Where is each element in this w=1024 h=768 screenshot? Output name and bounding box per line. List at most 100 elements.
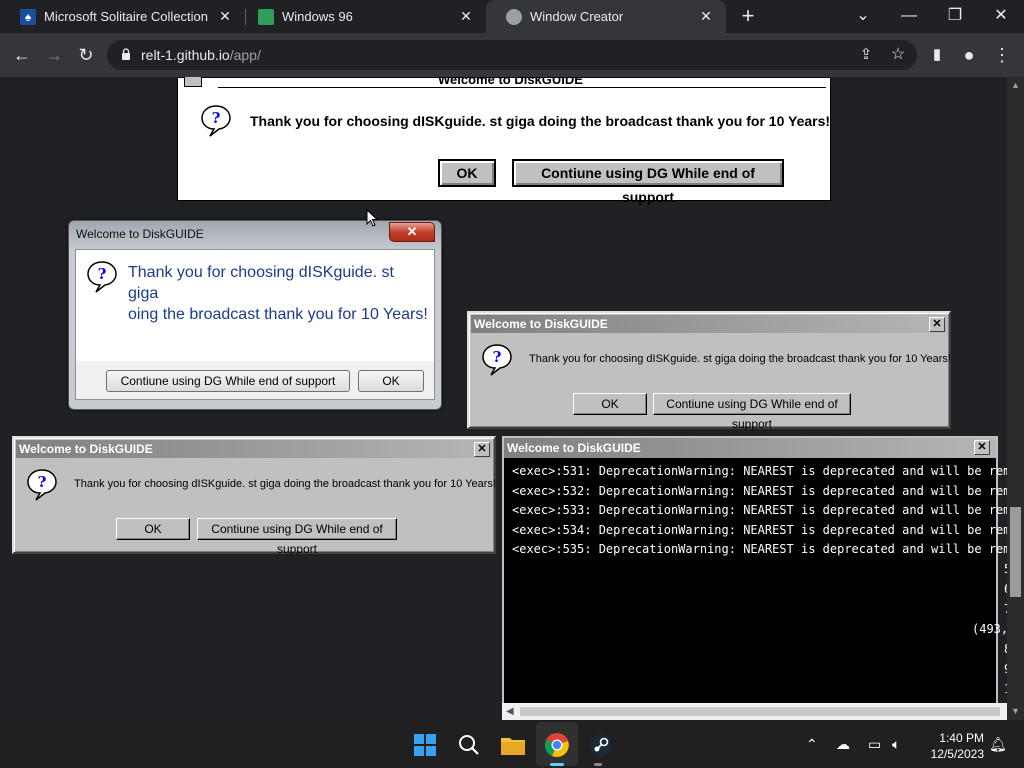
file-explorer-icon[interactable] xyxy=(498,730,528,760)
new-tab-button[interactable]: + xyxy=(738,4,758,28)
running-indicator xyxy=(594,763,602,766)
console-line: <exec>:534: DeprecationWarning: NEAREST … xyxy=(512,523,1007,537)
ok-button[interactable]: OK xyxy=(438,159,496,187)
side-panel-icon[interactable]: ▮ xyxy=(925,43,949,67)
question-icon: ? xyxy=(87,261,117,293)
url-text[interactable]: relt-1.github.io/app/ xyxy=(141,47,261,63)
dialog-win95-left: Welcome to DiskGUIDE ✕ ? Thank you for c… xyxy=(12,436,496,556)
ok-button[interactable]: OK xyxy=(358,370,424,392)
dialog-message: Thank you for choosing dISKguide. st gig… xyxy=(128,262,428,325)
console-line: <exec>:533: DeprecationWarning: NEAREST … xyxy=(512,503,1007,517)
continue-button[interactable]: Contiune using DG While end of support xyxy=(653,393,851,431)
tab-search-button[interactable]: ⌄ xyxy=(840,0,886,33)
network-icon[interactable]: ▭ xyxy=(868,736,881,753)
scroll-left-icon[interactable]: ◀ xyxy=(506,706,514,717)
svg-text:?: ? xyxy=(38,473,47,491)
console-window: Welcome to DiskGUIDE ✕ <exec>:531: Depre… xyxy=(502,436,1007,720)
question-icon: ? xyxy=(482,344,512,376)
dialog-message: Thank you for choosing dISKguide. st gig… xyxy=(529,353,951,365)
dialog-body: ? Thank you for choosing dISKguide. st g… xyxy=(75,249,435,363)
continue-button[interactable]: Contiune using DG While end of support xyxy=(197,518,397,556)
system-menu-button[interactable] xyxy=(184,77,202,87)
dialog-title: Welcome to DiskGUIDE xyxy=(19,442,153,456)
message-line-2: oing the broadcast thank you for 10 Year… xyxy=(128,306,428,323)
dialog-title: Welcome to DiskGUIDE xyxy=(474,317,608,331)
profile-icon[interactable]: ● xyxy=(957,43,981,67)
mouse-cursor-icon xyxy=(366,209,378,227)
svg-text:?: ? xyxy=(212,109,221,127)
scroll-up-icon[interactable]: ▲ xyxy=(1011,80,1020,90)
forward-arrow-icon[interactable]: → xyxy=(42,43,66,67)
scroll-down-icon[interactable]: ▼ xyxy=(1011,706,1020,716)
minimize-button[interactable]: — xyxy=(886,0,932,33)
console-line: <exec>:531: DeprecationWarning: NEAREST … xyxy=(512,464,1007,478)
back-arrow-icon[interactable]: ← xyxy=(10,43,34,67)
close-icon[interactable]: ✕ xyxy=(696,8,716,25)
console-line: <exec>:532: DeprecationWarning: NEAREST … xyxy=(512,484,1007,498)
volume-icon[interactable]: 🔈︎ xyxy=(892,736,900,753)
close-button[interactable]: ✕ xyxy=(974,440,990,455)
title-bar: Welcome to DiskGUIDE ✕ xyxy=(16,440,492,458)
vertical-scrollbar[interactable] xyxy=(1007,77,1024,720)
clock[interactable]: 1:40 PM 12/5/2023 xyxy=(920,730,984,762)
url-path: /app/ xyxy=(229,47,261,63)
close-button[interactable]: ✕ xyxy=(929,317,945,332)
scroll-thumb[interactable] xyxy=(520,707,1000,716)
tab-window-creator[interactable]: Window Creator ✕ xyxy=(486,0,726,33)
dialog-win95-right: Welcome to DiskGUIDE ✕ ? Thank you for c… xyxy=(467,311,951,431)
lock-icon xyxy=(122,48,130,60)
bookmark-star-icon[interactable]: ☆ xyxy=(886,43,910,67)
question-icon: ? xyxy=(201,105,231,137)
chevron-up-icon[interactable]: ⌃ xyxy=(806,736,818,753)
title-underline xyxy=(218,87,826,88)
dialog-win7: Welcome to DiskGUIDE ✕ ? Thank you for c… xyxy=(68,220,442,410)
close-button[interactable]: ✕ xyxy=(389,222,435,242)
console-output: (493, xyxy=(972,622,1007,636)
windows96-icon xyxy=(258,8,274,25)
menu-kebab-icon[interactable]: ⋮ xyxy=(990,43,1014,67)
dialog-title: Welcome to DiskGUIDE xyxy=(76,227,204,241)
reload-icon[interactable]: ↻ xyxy=(74,43,98,67)
clock-date: 12/5/2023 xyxy=(930,747,984,761)
tab-windows96[interactable]: Windows 96 ✕ xyxy=(238,0,486,33)
console-line: <exec>:535: DeprecationWarning: NEAREST … xyxy=(512,542,1007,556)
window-close-button[interactable]: ✕ xyxy=(978,0,1024,33)
svg-text:?: ? xyxy=(98,265,107,283)
search-icon[interactable] xyxy=(454,730,484,760)
close-button[interactable]: ✕ xyxy=(474,442,490,457)
tab-title: Window Creator xyxy=(530,9,624,24)
tab-title: Windows 96 xyxy=(282,9,353,24)
tab-solitaire[interactable]: ♠ Microsoft Solitaire Collection ✕ xyxy=(0,0,245,33)
dialog-win31: Welcome to DiskGUIDE ? Thank you for cho… xyxy=(177,77,831,205)
start-windows-icon[interactable] xyxy=(410,730,440,760)
dialog-footer: Contiune using DG While end of support O… xyxy=(75,361,435,400)
continue-button[interactable]: Contiune using DG While end of support xyxy=(106,370,350,392)
continue-button[interactable]: Contiune using DG While end of support xyxy=(512,159,784,205)
dialog-title: Welcome to DiskGUIDE xyxy=(438,77,583,87)
notification-bell-icon[interactable]: 🔔︎ xyxy=(989,736,1007,753)
scroll-thumb[interactable] xyxy=(1010,507,1021,597)
steam-icon[interactable] xyxy=(586,730,616,760)
svg-text:?: ? xyxy=(493,348,502,366)
dialog-message: Thank you for choosing dISKguide. st gig… xyxy=(74,478,496,490)
question-icon: ? xyxy=(27,469,57,501)
page-viewport: Welcome to DiskGUIDE ? Thank you for cho… xyxy=(0,77,1007,720)
ok-button[interactable]: OK xyxy=(573,393,647,415)
dialog-message: Thank you for choosing dISKguide. st gig… xyxy=(250,113,831,129)
horizontal-scrollbar[interactable]: ◀ xyxy=(502,703,1007,720)
console-title: Welcome to DiskGUIDE xyxy=(507,441,641,455)
cloud-icon[interactable]: ☁ xyxy=(836,736,850,753)
url-host: relt-1.github.io xyxy=(141,47,230,63)
globe-icon xyxy=(506,8,522,25)
restore-button[interactable]: ❐ xyxy=(932,0,978,33)
clock-time: 1:40 PM xyxy=(939,731,984,745)
title-bar: Welcome to DiskGUIDE ✕ xyxy=(471,315,947,333)
share-icon[interactable]: ⇪ xyxy=(854,43,878,67)
ok-button[interactable]: OK xyxy=(116,518,190,540)
close-icon[interactable]: ✕ xyxy=(456,8,476,25)
solitaire-icon: ♠ xyxy=(20,8,36,25)
tab-title: Microsoft Solitaire Collection xyxy=(44,9,209,24)
message-line-1: Thank you for choosing dISKguide. st gig… xyxy=(128,264,394,302)
chrome-icon[interactable] xyxy=(542,730,572,760)
close-icon[interactable]: ✕ xyxy=(215,8,235,25)
